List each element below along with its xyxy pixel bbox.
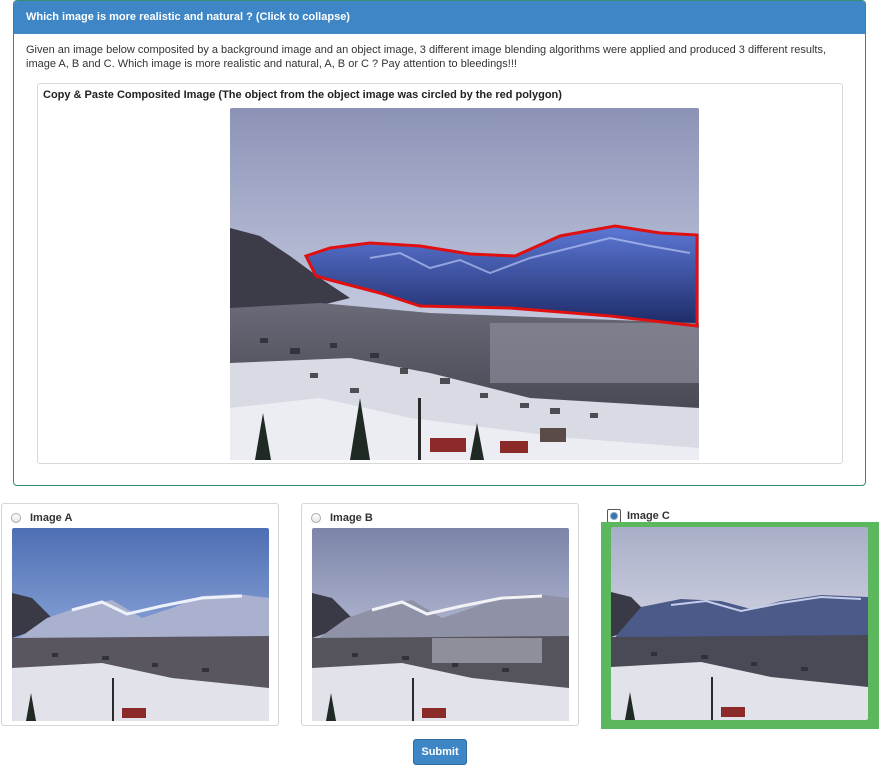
result-image-a <box>12 528 269 721</box>
radio-image-a[interactable] <box>11 513 21 523</box>
option-label-a: Image A <box>30 512 73 524</box>
option-card-a[interactable]: Image A <box>1 503 279 726</box>
composite-image <box>230 108 699 460</box>
submit-button[interactable]: Submit <box>413 739 467 765</box>
radio-image-b[interactable] <box>311 513 321 523</box>
result-image-b <box>312 528 569 721</box>
composite-container: Copy & Paste Composited Image (The objec… <box>37 83 843 464</box>
option-card-b[interactable]: Image B <box>301 503 579 726</box>
question-panel-header[interactable]: Which image is more realistic and natura… <box>14 1 865 34</box>
question-panel: Which image is more realistic and natura… <box>13 0 866 486</box>
selected-highlight <box>601 522 879 729</box>
radio-image-c[interactable] <box>607 509 621 523</box>
composite-title: Copy & Paste Composited Image (The objec… <box>43 89 562 101</box>
option-card-c[interactable]: Image C <box>601 503 879 729</box>
option-label-b: Image B <box>330 512 373 524</box>
result-image-c <box>611 527 868 720</box>
instructions-text: Given an image below composited by a bac… <box>26 44 827 70</box>
option-label-c: Image C <box>627 510 670 522</box>
